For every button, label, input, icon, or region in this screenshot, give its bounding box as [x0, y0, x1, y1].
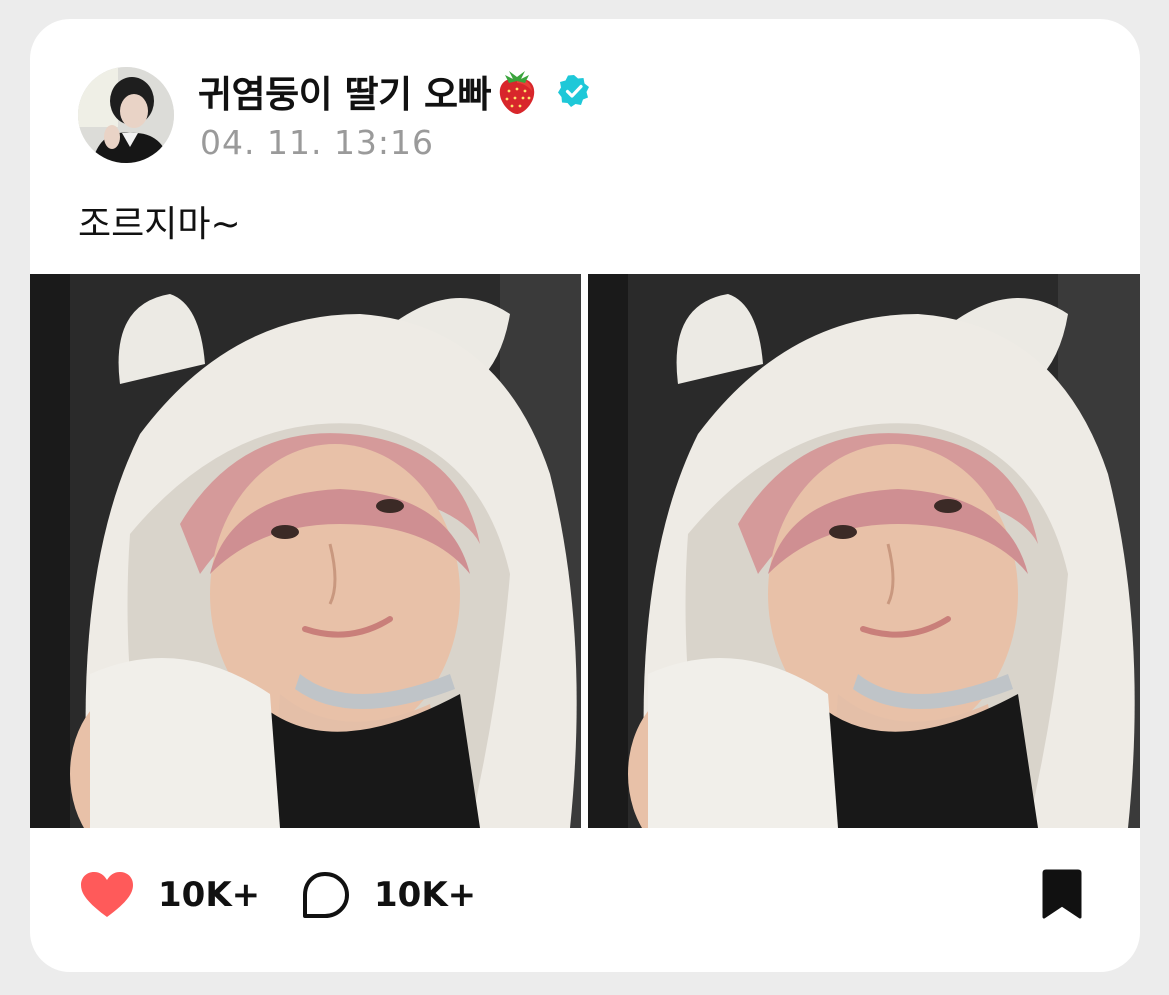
selfie-photo-image: [30, 274, 581, 828]
post-photo-2[interactable]: [588, 274, 1140, 828]
post-caption: 조르지마~: [78, 204, 241, 245]
comment-button[interactable]: 10K+: [300, 859, 476, 931]
post-timestamp: 04. 11. 13:16: [200, 123, 435, 162]
strawberry-emoji-icon: [499, 71, 535, 114]
author-name[interactable]: 귀염둥이 딸기 오빠: [198, 64, 492, 118]
like-count: 10K+: [158, 875, 261, 915]
avatar-image: [78, 67, 174, 163]
post-photo-1[interactable]: [30, 274, 581, 828]
like-button[interactable]: 10K+: [80, 859, 260, 931]
post-actions-bar: 10K+ 10K+: [30, 859, 1140, 931]
heart-icon: [81, 872, 133, 917]
post-card: 귀염둥이 딸기 오빠 04. 11. 13:16 조르지마~ 10K+ 10K+: [30, 19, 1140, 972]
comment-count: 10K+: [374, 875, 477, 915]
author-avatar[interactable]: [78, 67, 174, 163]
verified-badge-icon: [558, 75, 590, 107]
bookmark-icon[interactable]: [1038, 869, 1086, 921]
selfie-photo-image: [588, 274, 1140, 828]
author-row: 귀염둥이 딸기 오빠: [198, 63, 591, 119]
comment-bubble-icon: [303, 872, 349, 918]
